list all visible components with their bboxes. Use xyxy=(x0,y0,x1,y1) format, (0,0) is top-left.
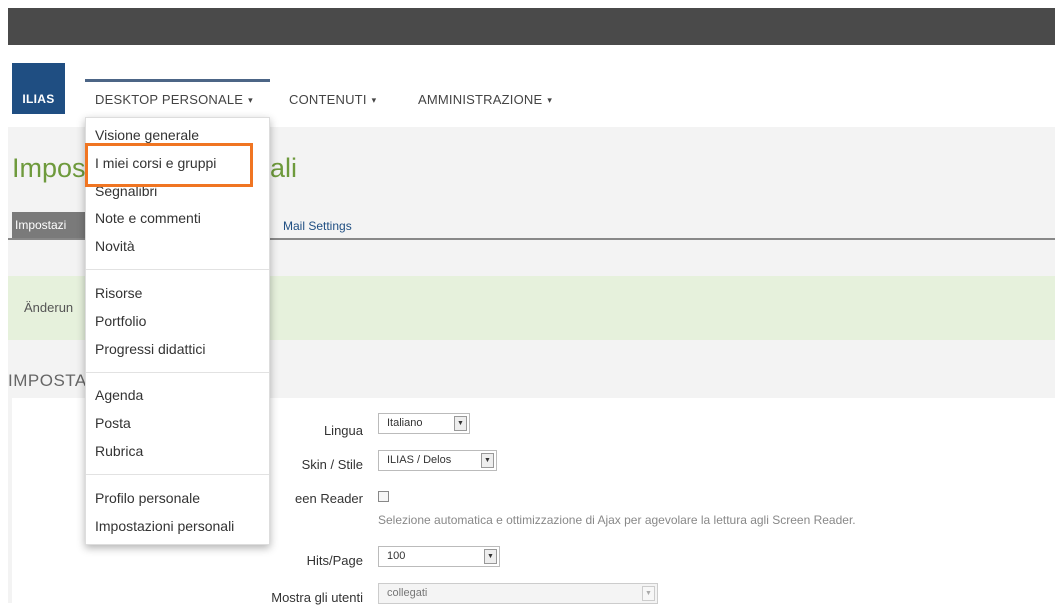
select-arrow-icon: ▼ xyxy=(454,416,467,431)
menu-divider xyxy=(86,372,269,373)
caret-down-icon: ▾ xyxy=(371,95,377,105)
mostra-value: collegati xyxy=(387,587,428,599)
menu-item-progressi-didattici[interactable]: Progressi didattici xyxy=(95,341,206,357)
skin-label: Skin / Stile xyxy=(301,457,363,472)
hits-label: Hits/Page xyxy=(306,553,363,568)
hits-value: 100 xyxy=(387,550,406,562)
menu-item-rubrica[interactable]: Rubrica xyxy=(95,443,143,459)
highlight-annotation-box xyxy=(85,143,253,187)
lingua-select[interactable]: Italiano ▼ xyxy=(378,413,470,434)
lingua-label: Lingua xyxy=(323,423,363,438)
tab-impostazioni[interactable]: Impostazi xyxy=(12,212,92,238)
menu-item-profilo-personale[interactable]: Profilo personale xyxy=(95,490,200,506)
select-arrow-icon: ▼ xyxy=(481,453,494,468)
mostra-select[interactable]: collegati ▼ xyxy=(378,583,658,604)
select-arrow-icon: ▼ xyxy=(484,549,497,564)
hits-select[interactable]: 100 ▼ xyxy=(378,546,500,567)
page-title: Impos xyxy=(12,153,86,183)
menu-item-visione-generale[interactable]: Visione generale xyxy=(95,127,199,143)
screen-reader-help: Selezione automatica e ottimizzazione di… xyxy=(378,513,856,527)
skin-select[interactable]: ILIAS / Delos ▼ xyxy=(378,450,497,471)
lingua-value: Italiano xyxy=(387,417,423,429)
top-bar xyxy=(8,8,1055,45)
header-bar xyxy=(8,45,1055,127)
select-arrow-icon: ▼ xyxy=(642,586,655,601)
skin-value: ILIAS / Delos xyxy=(387,454,452,466)
ilias-logo[interactable]: ILIAS xyxy=(12,63,65,114)
caret-down-icon: ▾ xyxy=(547,95,553,105)
menu-divider xyxy=(86,474,269,475)
menu-item-novita[interactable]: Novità xyxy=(95,238,135,254)
caret-down-icon: ▾ xyxy=(248,95,253,105)
menu-item-risorse[interactable]: Risorse xyxy=(95,285,142,301)
menu-item-impostazioni-personali[interactable]: Impostazioni personali xyxy=(95,518,234,534)
screen-reader-checkbox[interactable] xyxy=(378,491,389,502)
nav-contenuti[interactable]: CONTENUTI ▾ xyxy=(289,92,376,107)
nav-label: CONTENUTI xyxy=(289,92,367,107)
nav-active-indicator xyxy=(85,79,270,82)
success-message-text: Änderun xyxy=(24,300,74,315)
tab-mail-settings[interactable]: Mail Settings xyxy=(283,219,352,233)
menu-item-agenda[interactable]: Agenda xyxy=(95,387,143,403)
menu-item-note-commenti[interactable]: Note e commenti xyxy=(95,210,201,226)
section-title: IMPOSTA xyxy=(8,371,87,390)
menu-item-posta[interactable]: Posta xyxy=(95,415,131,431)
screen-reader-label: een Reader xyxy=(295,491,363,506)
page-title-end: ali xyxy=(270,153,298,183)
menu-divider xyxy=(86,269,269,270)
nav-label: DESKTOP PERSONALE xyxy=(95,92,244,107)
logo-text: ILIAS xyxy=(22,92,55,106)
menu-item-portfolio[interactable]: Portfolio xyxy=(95,313,146,329)
nav-amministrazione[interactable]: AMMINISTRAZIONE ▾ xyxy=(418,92,552,107)
nav-desktop-personale[interactable]: DESKTOP PERSONALE ▾ xyxy=(95,92,253,107)
nav-label: AMMINISTRAZIONE xyxy=(418,92,543,107)
